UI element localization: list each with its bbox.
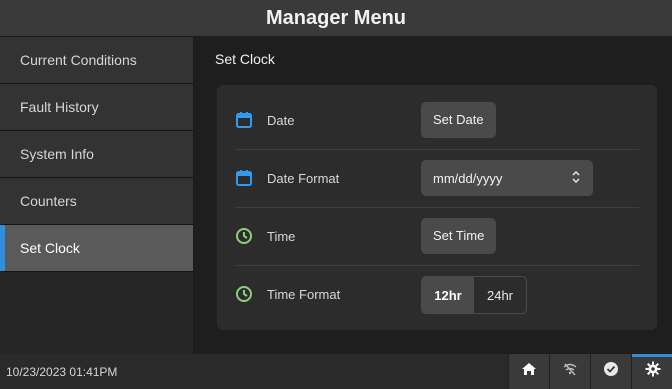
section-title: Set Clock — [215, 51, 275, 67]
clock-icon — [235, 227, 253, 245]
time-label: Time — [267, 228, 296, 244]
sidebar: Current Conditions Fault History System … — [0, 37, 193, 354]
sidebar-item-system-info[interactable]: System Info — [0, 131, 193, 178]
main-content: Set Clock Date Set Date Date Format mm/d… — [194, 37, 672, 354]
set-time-button[interactable]: Set Time — [421, 218, 497, 254]
time-format-12hr[interactable]: 12hr — [422, 277, 474, 313]
page-title: Manager Menu — [265, 6, 407, 29]
date-format-label: Date Format — [267, 170, 340, 186]
date-format-select[interactable]: mm/dd/yyyy — [421, 160, 593, 196]
calendar-icon — [235, 169, 253, 187]
status-datetime: 10/23/2023 01:41PM — [6, 365, 118, 379]
status-ok-button[interactable] — [590, 354, 631, 389]
check-icon — [603, 361, 619, 382]
date-row: Date Set Date — [235, 91, 639, 150]
title-bar: Manager Menu — [0, 0, 672, 36]
time-format-row: Time Format 12hr 24hr — [235, 265, 639, 323]
date-label: Date — [267, 112, 295, 128]
home-button[interactable] — [508, 354, 549, 389]
clock-icon — [235, 285, 253, 303]
date-format-row: Date Format mm/dd/yyyy — [235, 149, 639, 208]
time-format-24hr[interactable]: 24hr — [474, 277, 526, 313]
status-bar: 10/23/2023 01:41PM — [0, 354, 672, 389]
set-date-button[interactable]: Set Date — [421, 102, 496, 138]
sidebar-item-current-conditions[interactable]: Current Conditions — [0, 37, 193, 84]
time-format-label: Time Format — [267, 286, 341, 302]
sidebar-item-set-clock[interactable]: Set Clock — [0, 225, 193, 272]
sidebar-item-label: Set Clock — [20, 240, 80, 256]
home-icon — [521, 361, 537, 382]
settings-button[interactable] — [631, 354, 672, 389]
wifi-button[interactable] — [549, 354, 590, 389]
wifi-off-icon — [562, 361, 578, 382]
sidebar-item-label: System Info — [20, 146, 94, 162]
gear-icon — [645, 361, 661, 382]
sidebar-item-label: Counters — [20, 193, 77, 209]
sidebar-item-fault-history[interactable]: Fault History — [0, 84, 193, 131]
sidebar-item-label: Fault History — [20, 99, 99, 115]
time-format-toggle: 12hr 24hr — [421, 276, 527, 314]
set-clock-panel: Date Set Date Date Format mm/dd/yyyy Tim… — [217, 85, 657, 330]
sidebar-item-counters[interactable]: Counters — [0, 178, 193, 225]
sidebar-item-label: Current Conditions — [20, 52, 137, 68]
date-format-value: mm/dd/yyyy — [433, 170, 503, 186]
calendar-icon — [235, 111, 253, 129]
chevron-up-down-icon — [571, 170, 581, 187]
time-row: Time Set Time — [235, 207, 639, 266]
